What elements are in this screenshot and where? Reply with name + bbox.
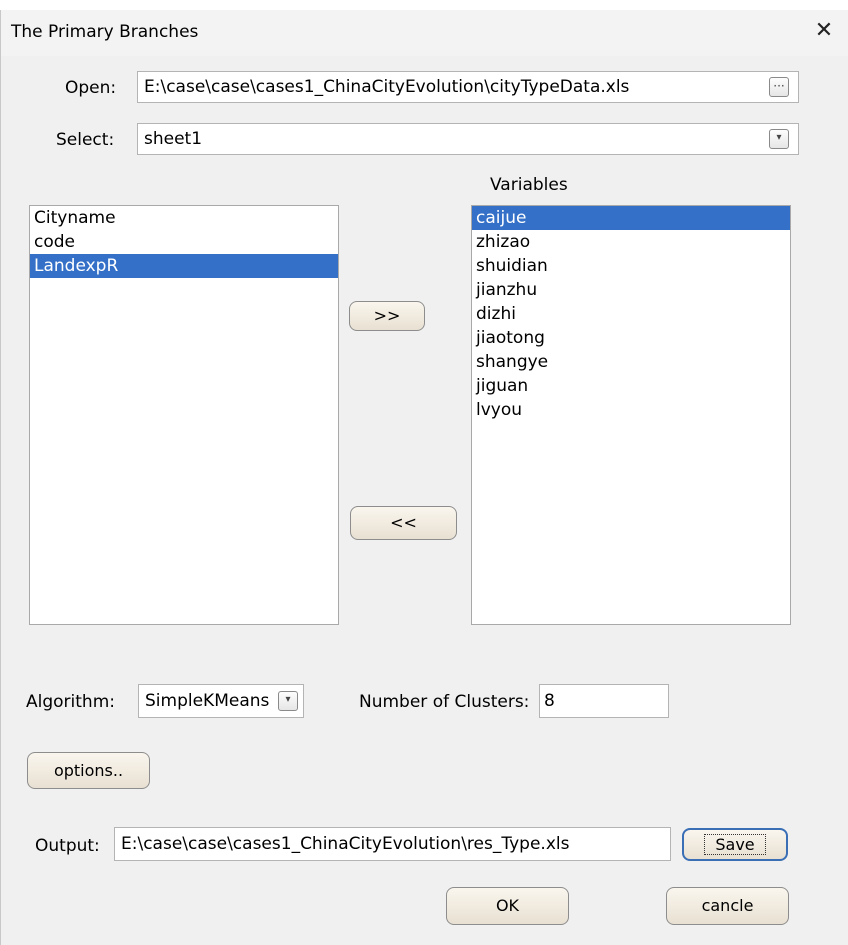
algorithm-value: SimpleKMeans (145, 691, 270, 711)
list-item-selected[interactable]: caijue (472, 206, 790, 230)
add-variable-button[interactable]: >> (349, 301, 425, 331)
list-item-label: shangye (476, 352, 549, 372)
list-item[interactable]: dizhi (472, 302, 790, 326)
list-item[interactable]: lvyou (472, 398, 790, 422)
chevron-down-icon[interactable]: ▾ (769, 129, 789, 149)
select-label: Select: (56, 130, 115, 150)
output-path-value: E:\case\case\cases1_ChinaCityEvolution\r… (121, 834, 570, 854)
list-item-label: dizhi (476, 304, 516, 324)
open-label: Open: (65, 78, 117, 98)
list-item[interactable]: shangye (472, 350, 790, 374)
list-item-label: zhizao (476, 232, 531, 252)
list-item-label: jianzhu (476, 280, 538, 300)
output-path-field[interactable]: E:\case\case\cases1_ChinaCityEvolution\r… (114, 827, 671, 861)
sheet-select[interactable]: sheet1 (137, 123, 799, 155)
output-label: Output: (35, 836, 100, 856)
list-item[interactable]: jiguan (472, 374, 790, 398)
clusters-value: 8 (544, 691, 555, 711)
available-fields-list[interactable]: Cityname code LandexpR (29, 205, 339, 625)
close-icon[interactable]: ✕ (811, 18, 837, 44)
algorithm-label: Algorithm: (26, 692, 115, 712)
save-button-label: Save (704, 834, 766, 855)
list-item[interactable]: jiaotong (472, 326, 790, 350)
list-item[interactable]: code (30, 230, 338, 254)
window-title: The Primary Branches (11, 22, 199, 42)
chevron-down-icon[interactable]: ▾ (278, 691, 298, 711)
title-bar: The Primary Branches ✕ (1, 10, 848, 56)
save-button[interactable]: Save (682, 828, 788, 861)
dialog-window: The Primary Branches ✕ Open: E:\case\cas… (0, 10, 848, 945)
list-item-selected[interactable]: LandexpR (30, 254, 338, 278)
cancel-button[interactable]: cancle (666, 887, 789, 925)
list-item-label: shuidian (476, 256, 548, 276)
ok-button[interactable]: OK (446, 887, 569, 925)
list-item-label: code (34, 232, 75, 252)
list-item-label: Cityname (34, 208, 116, 228)
list-item-label: LandexpR (34, 256, 119, 276)
list-item[interactable]: jianzhu (472, 278, 790, 302)
open-path-value: E:\case\case\cases1_ChinaCityEvolution\c… (144, 77, 630, 97)
list-item[interactable]: Cityname (30, 206, 338, 230)
clusters-input[interactable]: 8 (539, 684, 669, 718)
list-item[interactable]: shuidian (472, 254, 790, 278)
remove-variable-button[interactable]: << (350, 506, 457, 540)
browse-button[interactable]: ··· (769, 77, 789, 97)
open-path-field[interactable]: E:\case\case\cases1_ChinaCityEvolution\c… (137, 71, 799, 103)
list-item-label: jiguan (476, 376, 529, 396)
list-item[interactable]: zhizao (472, 230, 790, 254)
list-item-label: lvyou (476, 400, 523, 420)
options-button[interactable]: options.. (27, 752, 150, 789)
list-item-label: caijue (476, 208, 527, 228)
variables-header: Variables (490, 175, 568, 195)
sheet-select-value: sheet1 (144, 129, 203, 149)
list-item-label: jiaotong (476, 328, 545, 348)
clusters-label: Number of Clusters: (359, 692, 530, 712)
variables-list[interactable]: caijue zhizao shuidian jianzhu dizhi jia… (471, 205, 791, 625)
